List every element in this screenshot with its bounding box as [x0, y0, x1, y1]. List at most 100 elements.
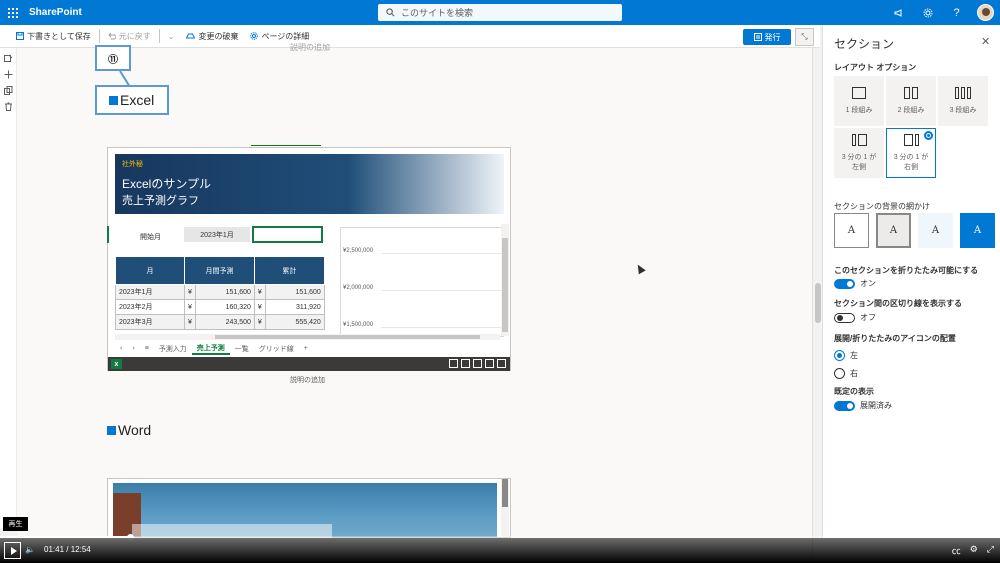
layout-one-third-left[interactable]: 3 分の 1 が左側	[834, 128, 884, 178]
excel-heading-text: Excel	[120, 92, 155, 108]
layout-options-title: レイアウト オプション	[834, 63, 917, 72]
table-row[interactable]: 2023年2月 ¥ 160,320 ¥ 311,920	[115, 299, 325, 315]
layout-one-column[interactable]: 1 段組み	[834, 76, 884, 126]
background-soft-option[interactable]: A	[918, 213, 953, 248]
column-header: 月間予測	[184, 256, 255, 285]
layout-one-third-right[interactable]: 3 分の 1 が右側	[886, 128, 936, 178]
duplicate-section-icon[interactable]	[0, 82, 17, 98]
cell-currency[interactable]: ¥	[184, 299, 196, 315]
close-icon[interactable]: ✕	[981, 35, 990, 48]
excel-heading[interactable]: Excel	[95, 85, 169, 115]
cell-currency[interactable]: ¥	[253, 314, 266, 330]
caption-top[interactable]: 説明の追加	[290, 42, 330, 53]
collapsible-toggle-row[interactable]: オン	[834, 278, 876, 289]
sheet-tab[interactable]: グリッド線	[254, 342, 299, 355]
sheet-tab[interactable]: 一覧	[230, 342, 254, 355]
app-launcher-button[interactable]	[0, 0, 25, 25]
image-scrollbar[interactable]	[501, 479, 509, 537]
cell-currency[interactable]: ¥	[253, 299, 266, 315]
scroll-thumb[interactable]	[815, 283, 821, 323]
cell-currency[interactable]: ¥	[253, 284, 266, 300]
app-title[interactable]: SharePoint	[29, 7, 82, 18]
edit-section-icon[interactable]	[0, 50, 17, 66]
excel-vertical-scrollbar[interactable]	[501, 224, 509, 336]
word-heading[interactable]: Word	[107, 422, 151, 438]
sheet-tab-active[interactable]: 売上予測	[191, 342, 230, 355]
megaphone-icon[interactable]	[884, 0, 913, 25]
cell-month[interactable]: 2023年1月	[115, 284, 185, 300]
publish-icon	[753, 33, 762, 41]
gear-icon[interactable]	[913, 0, 942, 25]
publish-button[interactable]: 発行	[743, 29, 791, 45]
cell-total[interactable]: 151,600	[264, 284, 325, 300]
move-section-icon[interactable]	[0, 66, 17, 82]
copy-icon[interactable]	[461, 359, 470, 368]
icon-position-left[interactable]: 左	[834, 350, 858, 361]
download-icon[interactable]	[449, 359, 458, 368]
excel-horizontal-scrollbar[interactable]	[115, 334, 500, 340]
start-month-value[interactable]: 2023年1月	[184, 227, 250, 242]
mouse-cursor-icon	[634, 262, 646, 275]
undo-dropdown[interactable]: ⌄	[162, 32, 181, 41]
background-none-option[interactable]: A	[834, 213, 869, 248]
delete-section-icon[interactable]	[0, 98, 17, 114]
table-row[interactable]: 2023年3月 ¥ 243,500 ¥ 555,420	[115, 314, 325, 330]
cell-forecast[interactable]: 160,320	[194, 299, 255, 315]
share-icon[interactable]	[473, 359, 482, 368]
layout-two-columns[interactable]: 2 段組み	[886, 76, 936, 126]
table-row[interactable]: 2023年1月 ¥ 151,600 ¥ 151,600	[115, 284, 325, 300]
view-icon[interactable]	[485, 359, 494, 368]
search-box[interactable]: このサイトを検索	[378, 4, 622, 21]
help-icon[interactable]: ?	[942, 0, 971, 25]
prev-sheet-icon[interactable]: ‹	[115, 342, 127, 355]
cell-forecast[interactable]: 151,600	[194, 284, 255, 300]
one-third-right-icon	[903, 134, 919, 146]
default-display-row[interactable]: 展開済み	[834, 400, 892, 411]
page-details-button[interactable]: ページの詳細	[244, 31, 315, 42]
default-display-toggle[interactable]	[834, 400, 855, 411]
caption-bottom[interactable]: 説明の追加	[290, 375, 325, 385]
word-heading-text: Word	[118, 422, 152, 438]
canvas-scrollbar[interactable]	[812, 48, 822, 563]
add-sheet-icon[interactable]: +	[299, 342, 313, 355]
excel-embed[interactable]: 社外秘 Excelのサンプル 売上予測グラフ 開始月 2023年1月 月 月間予…	[107, 147, 511, 371]
cell-total[interactable]: 555,420	[264, 314, 325, 330]
sheet-tab[interactable]: 予測入力	[154, 342, 192, 355]
background-strong-option[interactable]: A	[960, 213, 995, 248]
background-neutral-option[interactable]: A	[876, 213, 911, 248]
undo-button[interactable]: 元に戻す	[102, 31, 157, 42]
forecast-chart[interactable]: ¥2,500,000 ¥2,000,000 ¥1,500,000	[340, 227, 504, 337]
current-time: 01:41	[44, 545, 65, 554]
layout-three-columns[interactable]: 3 段組み	[938, 76, 988, 126]
radio-right[interactable]	[834, 368, 845, 379]
settings-icon[interactable]: ⚙	[970, 544, 978, 557]
icon-position-right[interactable]: 右	[834, 368, 858, 379]
captions-icon[interactable]: ㏄	[952, 544, 961, 557]
next-sheet-icon[interactable]: ›	[127, 342, 139, 355]
collapsible-toggle[interactable]	[834, 278, 855, 289]
divider-toggle-row[interactable]: オフ	[834, 312, 876, 323]
cell-currency[interactable]: ¥	[184, 314, 196, 330]
cell-currency[interactable]: ¥	[184, 284, 196, 300]
cell-month[interactable]: 2023年2月	[115, 299, 185, 315]
layout-label: 3 分の 1 が右側	[893, 154, 929, 171]
selected-cell[interactable]	[252, 226, 323, 243]
fullscreen-icon[interactable]: ⤢	[987, 544, 994, 557]
discard-changes-button[interactable]: 変更の破棄	[180, 31, 244, 42]
cell-total[interactable]: 311,920	[264, 299, 325, 315]
search-icon	[386, 8, 395, 17]
fullscreen-icon[interactable]	[497, 359, 506, 368]
play-button[interactable]	[4, 542, 21, 559]
collapse-panel-button[interactable]: ⤡	[795, 28, 814, 46]
publish-label: 発行	[764, 32, 781, 42]
sheet-menu-icon[interactable]: ≡	[140, 342, 154, 355]
discard-icon	[186, 33, 196, 39]
save-draft-button[interactable]: 下書きとして保存	[10, 31, 97, 42]
gridline	[381, 290, 501, 291]
radio-left[interactable]	[834, 350, 845, 361]
cell-month[interactable]: 2023年3月	[115, 314, 185, 330]
avatar[interactable]	[977, 4, 994, 21]
cell-forecast[interactable]: 243,500	[194, 314, 255, 330]
volume-icon[interactable]: 🔈	[25, 545, 35, 554]
divider-toggle[interactable]	[834, 312, 855, 323]
